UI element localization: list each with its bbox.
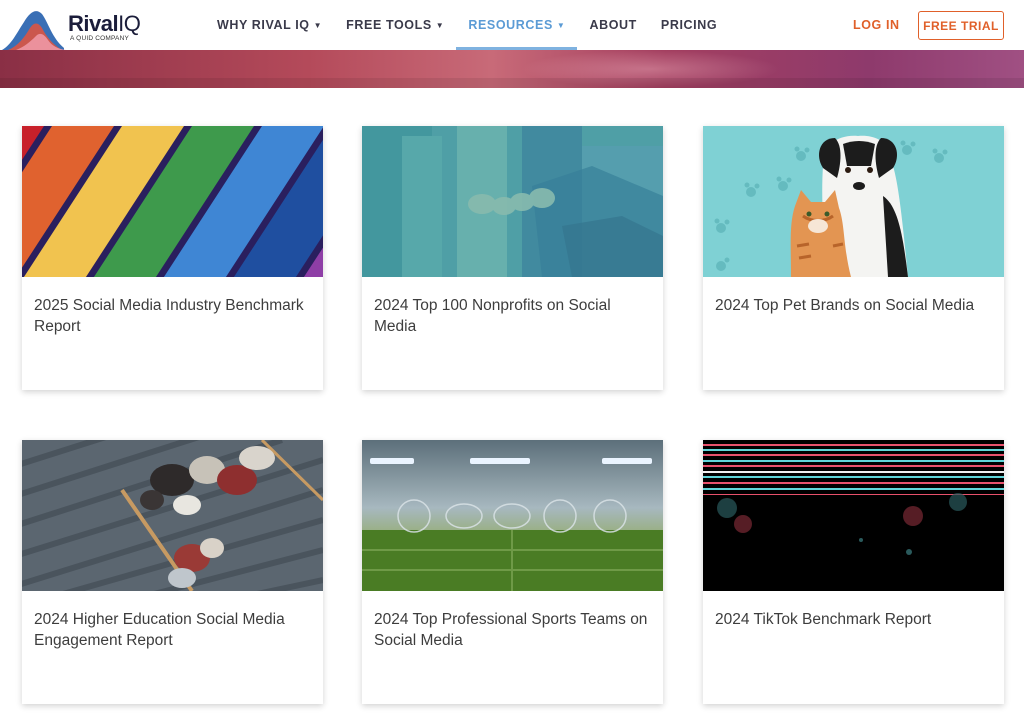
sports-stadium-image [362, 440, 663, 591]
site-header: RivalIQ A QUID COMPANY WHY RIVAL IQ ▼ FRE… [0, 0, 1024, 50]
brand-tagline: A QUID COMPANY [70, 35, 130, 42]
rainbow-stripes-image [22, 126, 323, 277]
logo-mark-icon [2, 11, 66, 50]
card-title[interactable]: 2024 Higher Education Social Media Engag… [34, 609, 309, 651]
nav-why-rival-iq[interactable]: WHY RIVAL IQ ▼ [217, 0, 322, 50]
nav-pricing[interactable]: PRICING [661, 0, 717, 50]
nav-about[interactable]: ABOUT [589, 0, 636, 50]
resource-card[interactable]: 2024 Top Professional Sports Teams on So… [362, 440, 663, 704]
chevron-down-icon: ▼ [435, 21, 445, 30]
card-title[interactable]: 2024 Top Pet Brands on Social Media [715, 295, 990, 316]
card-title[interactable]: 2024 Top Professional Sports Teams on So… [374, 609, 649, 651]
log-in-link[interactable]: LOG IN [853, 18, 900, 32]
card-title[interactable]: 2025 Social Media Industry Benchmark Rep… [34, 295, 309, 337]
dog-and-cat-image [703, 126, 1004, 277]
resource-card[interactable]: 2024 Top 100 Nonprofits on Social Media [362, 126, 663, 390]
chevron-down-icon: ▼ [556, 21, 566, 30]
resource-card[interactable]: 2025 Social Media Industry Benchmark Rep… [22, 126, 323, 390]
brand-name-light: IQ [118, 11, 141, 36]
hands-photo-image [362, 126, 663, 277]
free-trial-button[interactable]: FREE TRIAL [918, 11, 1004, 40]
rival-iq-logo[interactable]: RivalIQ A QUID COMPANY [0, 0, 170, 50]
nav-label: WHY RIVAL IQ [217, 18, 310, 32]
resource-card[interactable]: 2024 TikTok Benchmark Report [703, 440, 1004, 704]
nav-label: PRICING [660, 18, 718, 32]
resource-card[interactable]: 2024 Higher Education Social Media Engag… [22, 440, 323, 704]
card-title[interactable]: 2024 TikTok Benchmark Report [715, 609, 990, 630]
nav-resources[interactable]: RESOURCES ▼ [456, 0, 578, 50]
brand-name-bold: Rival [68, 11, 119, 36]
tiktok-glitch-image [703, 440, 1004, 591]
students-on-stairs-image [22, 440, 323, 591]
nav-label: RESOURCES [468, 18, 553, 32]
hero-banner-strip [0, 50, 1024, 88]
nav-free-tools[interactable]: FREE TOOLS ▼ [346, 0, 444, 50]
chevron-down-icon: ▼ [313, 21, 323, 30]
nav-label: FREE TOOLS [346, 18, 432, 32]
resource-card[interactable]: 2024 Top Pet Brands on Social Media [703, 126, 1004, 390]
main-nav: WHY RIVAL IQ ▼ FREE TOOLS ▼ RESOURCES ▼ ABO… [205, 0, 729, 50]
brand-name: RivalIQ [68, 11, 141, 37]
card-title[interactable]: 2024 Top 100 Nonprofits on Social Media [374, 295, 649, 337]
nav-label: ABOUT [589, 18, 637, 32]
